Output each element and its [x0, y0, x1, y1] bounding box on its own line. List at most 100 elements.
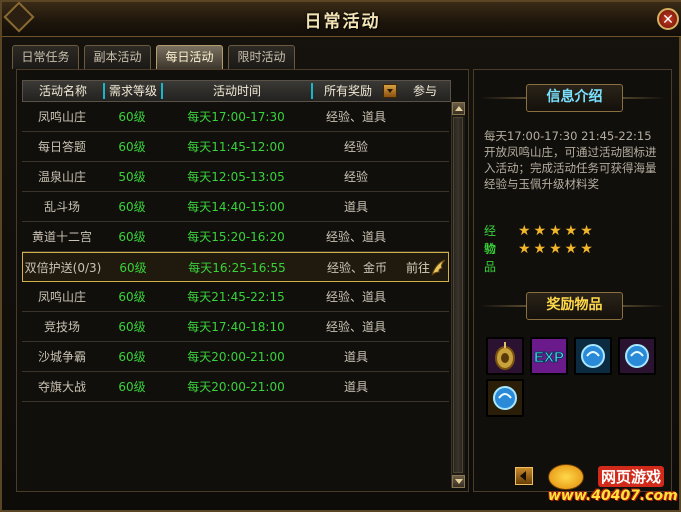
- activity-name: 夺旗大战: [37, 380, 86, 394]
- table-row[interactable]: 双倍护送(0/3) 60级 每天16:25-16:55 经验、金币 前往: [22, 252, 449, 282]
- tab-dungeon-activities[interactable]: 副本活动: [84, 45, 151, 69]
- reward-item-slot[interactable]: [486, 379, 524, 417]
- join-button[interactable]: [397, 222, 437, 252]
- required-level: 60级: [118, 290, 146, 304]
- activity-reward: 道具: [343, 380, 368, 394]
- activity-name: 凤鸣山庄: [37, 290, 86, 304]
- activity-name: 沙城争霸: [37, 350, 86, 364]
- activity-list-panel: 活动名称 需求等级 活动时间 所有奖励 参与 凤鸣山庄 60级 每天17:00-17…: [16, 69, 469, 492]
- required-level: 60级: [118, 140, 146, 154]
- item-stars: ★★★★★: [518, 241, 596, 257]
- page-left-arrow[interactable]: [515, 467, 533, 485]
- activity-time: 每天20:00-21:00: [187, 350, 285, 364]
- table-row[interactable]: 凤鸣山庄 60级 每天21:45-22:15 经验、道具: [22, 282, 449, 312]
- close-button[interactable]: ✕: [657, 8, 679, 30]
- blue-orb-icon: [576, 339, 610, 373]
- exp-icon-text: EXP: [534, 349, 564, 366]
- reward-filter-dropdown[interactable]: [383, 84, 397, 98]
- reward-section-header: 奖励物品: [480, 292, 665, 320]
- activity-reward: 经验、道具: [325, 320, 386, 334]
- reward-item-slot[interactable]: [574, 337, 612, 375]
- activity-name: 竞技场: [43, 320, 80, 334]
- info-section-header: 信息介绍: [480, 84, 665, 112]
- item-label: 物品: [484, 242, 497, 274]
- activity-name: 双倍护送(0/3): [24, 261, 102, 275]
- activity-time: 每天12:05-13:05: [187, 170, 285, 184]
- scroll-down-arrow[interactable]: [452, 475, 465, 488]
- activity-reward: 经验: [343, 140, 368, 154]
- reward-item-slot[interactable]: [486, 337, 524, 375]
- title-bar[interactable]: 日常活动 ✕: [2, 1, 681, 37]
- table-row[interactable]: 黄道十二宫 60级 每天15:20-16:20 经验、道具: [22, 222, 449, 252]
- table-row[interactable]: 夺旗大战 60级 每天20:00-21:00 道具: [22, 372, 449, 402]
- header-divider: [311, 83, 313, 99]
- required-level: 60级: [118, 380, 146, 394]
- tab-daily-activities[interactable]: 每日活动: [156, 45, 223, 69]
- activity-reward: 经验、金币: [326, 261, 387, 275]
- join-button[interactable]: [397, 282, 437, 312]
- header-level: 需求等级: [108, 84, 157, 98]
- table-header: 活动名称 需求等级 活动时间 所有奖励 参与: [22, 80, 451, 102]
- activity-time: 每天17:40-18:10: [187, 320, 285, 334]
- table-row[interactable]: 温泉山庄 50级 每天12:05-13:05 经验: [22, 162, 449, 192]
- required-level: 60级: [118, 200, 146, 214]
- table-row[interactable]: 竞技场 60级 每天17:40-18:10 经验、道具: [22, 312, 449, 342]
- activity-time: 每天17:00-17:30: [187, 110, 285, 124]
- join-button[interactable]: [397, 132, 437, 162]
- join-button[interactable]: [397, 312, 437, 342]
- activity-name: 乱斗场: [43, 200, 80, 214]
- activity-reward: 经验、道具: [325, 110, 386, 124]
- tab-daily-tasks[interactable]: 日常任务: [12, 45, 79, 69]
- activity-reward: 经验、道具: [325, 230, 386, 244]
- logo-name: 网页游戏: [598, 466, 665, 487]
- activity-time: 每天14:40-15:00: [187, 200, 285, 214]
- table-row[interactable]: 每日答题 60级 每天11:45-12:00 经验: [22, 132, 449, 162]
- header-reward[interactable]: 所有奖励: [315, 81, 381, 101]
- join-button[interactable]: [397, 342, 437, 372]
- table-row[interactable]: 沙城争霸 60级 每天20:00-21:00 道具: [22, 342, 449, 372]
- jade-pendant-icon: [488, 339, 522, 373]
- activity-reward: 经验、道具: [325, 290, 386, 304]
- header-join: 参与: [412, 84, 437, 98]
- blue-orb-icon: [620, 339, 654, 373]
- join-button[interactable]: [397, 162, 437, 192]
- daily-activity-window: 日常活动 ✕ 日常任务 副本活动 每日活动 限时活动 活动名称 需求等级 活动时…: [0, 0, 681, 512]
- required-level: 50级: [118, 170, 146, 184]
- header-name: 活动名称: [38, 84, 87, 98]
- scroll-up-arrow[interactable]: [452, 102, 465, 115]
- exp-stars: ★★★★★: [518, 223, 596, 239]
- activity-name: 黄道十二宫: [31, 230, 92, 244]
- scroll-thumb[interactable]: [453, 117, 463, 473]
- table-row[interactable]: 凤鸣山庄 60级 每天17:00-17:30 经验、道具: [22, 102, 449, 132]
- join-button[interactable]: [397, 372, 437, 402]
- table-row[interactable]: 乱斗场 60级 每天14:40-15:00 道具: [22, 192, 449, 222]
- activity-name: 温泉山庄: [37, 170, 86, 184]
- activity-name: 凤鸣山庄: [37, 110, 86, 124]
- activity-name: 每日答题: [37, 140, 86, 154]
- reward-item-slot[interactable]: [618, 337, 656, 375]
- info-panel: 信息介绍 每天17:00-17:30 21:45-22:15开放凤鸣山庄，可通过…: [473, 69, 672, 492]
- activity-reward: 道具: [343, 200, 368, 214]
- join-button[interactable]: [397, 102, 437, 132]
- activity-time: 每天20:00-21:00: [187, 380, 285, 394]
- info-description: 每天17:00-17:30 21:45-22:15开放凤鸣山庄，可通过活动图标进…: [484, 129, 657, 191]
- exp-icon: EXP: [532, 339, 566, 373]
- activity-time: 每天15:20-16:20: [187, 230, 285, 244]
- blue-orb-icon: [488, 381, 522, 415]
- site-logo: 网页游戏 www.40407.com: [546, 464, 678, 508]
- reward-item-slot[interactable]: EXP: [530, 337, 568, 375]
- wing-icon[interactable]: [430, 259, 446, 277]
- scrollbar[interactable]: [451, 102, 465, 488]
- reward-heading: 奖励物品: [526, 292, 623, 320]
- tab-limited-activities[interactable]: 限时活动: [228, 45, 295, 69]
- required-level: 60级: [119, 261, 147, 275]
- logo-url: www.40407.com: [548, 488, 678, 504]
- join-button[interactable]: [397, 192, 437, 222]
- header-time: 活动时间: [212, 84, 261, 98]
- logo-mascot-icon: [548, 464, 584, 490]
- activity-time: 每天11:45-12:00: [187, 140, 285, 154]
- required-level: 60级: [118, 320, 146, 334]
- required-level: 60级: [118, 350, 146, 364]
- activity-reward: 经验: [343, 170, 368, 184]
- required-level: 60级: [118, 110, 146, 124]
